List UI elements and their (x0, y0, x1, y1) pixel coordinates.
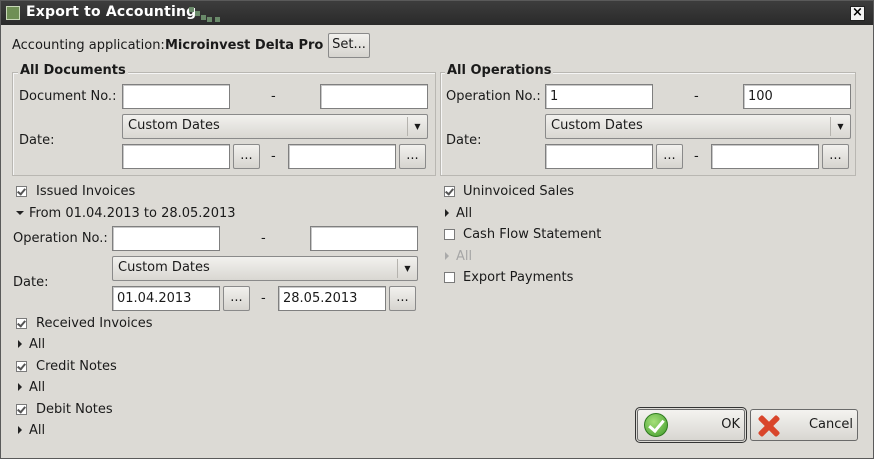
documents-date-mode-value: Custom Dates (128, 118, 220, 133)
expand-right-icon[interactable] (18, 340, 22, 348)
issued-invoices-checkbox[interactable] (16, 186, 27, 197)
issued-operation-no-to-input[interactable] (310, 226, 418, 251)
range-dash: - (694, 89, 699, 104)
all-documents-title: All Documents (18, 63, 128, 78)
range-dash: - (261, 291, 266, 306)
received-invoices-label[interactable]: Received Invoices (36, 316, 153, 331)
issued-date-from-input[interactable]: 01.04.2013 (112, 286, 220, 311)
title-bar[interactable]: Export to Accounting × (1, 1, 873, 25)
issued-operation-no-label: Operation No.: (13, 231, 108, 246)
cash-flow-checkbox[interactable] (444, 229, 455, 240)
document-no-to-input[interactable] (320, 84, 428, 109)
issued-date-mode-value: Custom Dates (118, 260, 210, 275)
export-dialog: Export to Accounting × Accounting applic… (0, 0, 874, 459)
uninvoiced-sales-checkbox[interactable] (444, 186, 455, 197)
cancel-button[interactable]: Cancel (750, 409, 858, 441)
close-button[interactable]: × (850, 6, 865, 21)
issued-date-to-input[interactable]: 28.05.2013 (278, 286, 386, 311)
debit-notes-checkbox[interactable] (16, 404, 27, 415)
received-invoices-expander[interactable]: All (29, 337, 45, 352)
checkmark-icon (644, 413, 668, 437)
operations-date-to-picker-button[interactable]: ... (822, 144, 849, 169)
ok-button[interactable]: OK (635, 407, 747, 443)
debit-notes-label[interactable]: Debit Notes (36, 402, 113, 417)
expand-right-icon (445, 252, 449, 260)
cancel-x-icon (756, 413, 782, 439)
accounting-app-name: Microinvest Delta Pro (165, 38, 324, 53)
ok-button-label: OK (721, 417, 740, 432)
window-title: Export to Accounting (26, 4, 197, 20)
issued-date-label: Date: (13, 275, 49, 290)
operations-date-from-input[interactable] (545, 144, 653, 169)
documents-date-mode-select[interactable]: Custom Dates ▼ (122, 114, 428, 139)
export-payments-checkbox[interactable] (444, 272, 455, 283)
debit-notes-expander[interactable]: All (29, 423, 45, 438)
range-dash: - (261, 231, 266, 246)
uninvoiced-sales-expander[interactable]: All (456, 206, 472, 221)
expand-right-icon[interactable] (18, 426, 22, 434)
documents-date-to-input[interactable] (288, 144, 396, 169)
operations-date-mode-select[interactable]: Custom Dates ▼ (545, 114, 851, 139)
issued-date-from-picker-button[interactable]: ... (223, 286, 250, 311)
documents-date-label: Date: (19, 133, 55, 148)
operation-no-to-input[interactable]: 100 (743, 84, 851, 109)
issued-date-mode-select[interactable]: Custom Dates ▼ (112, 256, 418, 281)
expand-down-icon[interactable] (16, 211, 24, 215)
all-operations-title: All Operations (445, 63, 554, 78)
operations-date-label: Date: (446, 133, 482, 148)
credit-notes-checkbox[interactable] (16, 361, 27, 372)
documents-date-to-picker-button[interactable]: ... (399, 144, 426, 169)
app-logo-icon (6, 6, 20, 20)
documents-date-from-input[interactable] (122, 144, 230, 169)
operation-no-from-input[interactable]: 1 (545, 84, 653, 109)
operations-date-to-input[interactable] (711, 144, 819, 169)
credit-notes-expander[interactable]: All (29, 380, 45, 395)
issued-invoices-label[interactable]: Issued Invoices (36, 184, 135, 199)
accounting-app-label: Accounting application: (12, 38, 165, 53)
issued-operation-no-from-input[interactable] (112, 226, 220, 251)
cash-flow-label[interactable]: Cash Flow Statement (463, 227, 601, 242)
received-invoices-checkbox[interactable] (16, 318, 27, 329)
chevron-down-icon: ▼ (397, 259, 417, 278)
range-dash: - (271, 89, 276, 104)
credit-notes-label[interactable]: Credit Notes (36, 359, 117, 374)
uninvoiced-sales-label[interactable]: Uninvoiced Sales (463, 184, 574, 199)
operations-date-mode-value: Custom Dates (551, 118, 643, 133)
documents-date-from-picker-button[interactable]: ... (233, 144, 260, 169)
range-dash: - (271, 149, 276, 164)
export-payments-label[interactable]: Export Payments (463, 270, 573, 285)
document-no-from-input[interactable] (122, 84, 230, 109)
operations-date-from-picker-button[interactable]: ... (656, 144, 683, 169)
chevron-down-icon: ▼ (830, 117, 850, 136)
expand-right-icon[interactable] (18, 383, 22, 391)
chevron-down-icon: ▼ (407, 117, 427, 136)
cash-flow-expander: All (456, 249, 473, 264)
set-button[interactable]: Set... (328, 33, 370, 58)
operation-no-label: Operation No.: (446, 89, 541, 104)
issued-invoices-expander[interactable]: From 01.04.2013 to 28.05.2013 (29, 206, 236, 221)
document-no-label: Document No.: (19, 89, 117, 104)
range-dash: - (694, 149, 699, 164)
expand-right-icon[interactable] (445, 209, 449, 217)
title-decoration-icon (189, 7, 220, 22)
cancel-button-label: Cancel (808, 417, 853, 432)
issued-date-to-picker-button[interactable]: ... (389, 286, 416, 311)
